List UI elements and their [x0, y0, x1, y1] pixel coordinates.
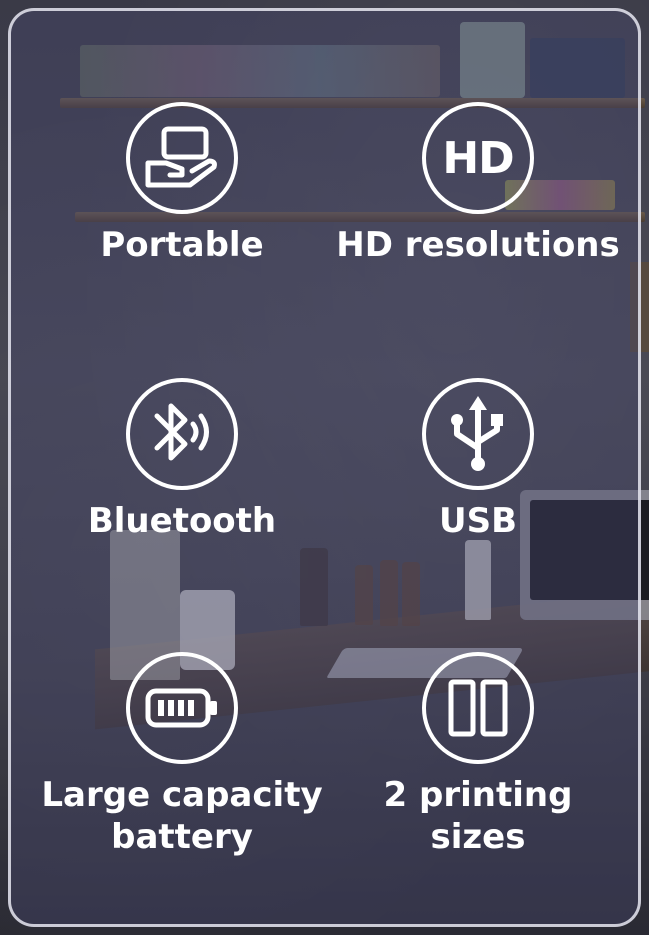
hand-holding-device-icon [126, 102, 238, 214]
feature-label-line2: sizes [430, 817, 526, 857]
battery-icon [126, 652, 238, 764]
feature-usb: USB [328, 378, 628, 542]
feature-label: Large capacity [41, 775, 323, 815]
feature-printing-sizes: 2 printing sizes [328, 652, 628, 858]
bluetooth-icon [126, 378, 238, 490]
usb-icon [422, 378, 534, 490]
feature-label: USB [438, 501, 517, 541]
feature-label: 2 printing [383, 775, 573, 815]
feature-label: Portable [100, 225, 264, 265]
two-sizes-icon [422, 652, 534, 764]
feature-card-background: Portable HD HD resolutions Bluetooth USB… [0, 0, 649, 935]
hd-icon: HD [422, 102, 534, 214]
feature-battery: Large capacity battery [32, 652, 332, 858]
feature-label: Bluetooth [87, 501, 277, 541]
hd-icon-text: HD [442, 132, 514, 184]
feature-label-line2: battery [111, 817, 253, 857]
feature-hd-resolutions: HD HD resolutions [328, 102, 628, 266]
feature-label: HD resolutions [336, 225, 620, 265]
feature-portable: Portable [32, 102, 332, 266]
feature-bluetooth: Bluetooth [32, 378, 332, 542]
